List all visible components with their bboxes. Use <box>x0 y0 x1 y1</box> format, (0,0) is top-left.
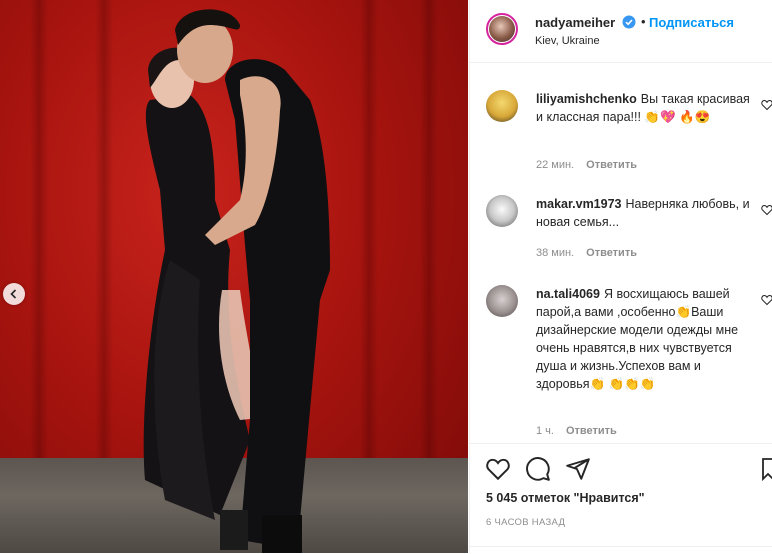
divider <box>470 546 772 547</box>
comment-meta: 1 ч. Ответить <box>536 425 629 437</box>
follow-button[interactable]: Подписаться <box>649 15 734 30</box>
post-photo[interactable] <box>0 0 468 553</box>
heart-icon[interactable] <box>761 204 772 216</box>
likes-count[interactable]: 5 045 отметок "Нравится" <box>486 491 645 505</box>
reply-button[interactable]: Ответить <box>586 159 637 171</box>
post-header: nadyameiher • Подписаться Kiev, Ukraine <box>470 0 772 63</box>
previous-photo-button[interactable] <box>3 283 25 305</box>
commenter-avatar[interactable] <box>486 285 518 317</box>
location-link[interactable]: Kiev, Ukraine <box>535 35 600 47</box>
bookmark-icon[interactable] <box>762 456 772 482</box>
comment-meta: 22 мин. Ответить <box>536 159 649 171</box>
share-icon[interactable] <box>565 456 591 482</box>
comment-username[interactable]: na.tali4069 <box>536 287 600 301</box>
comment-time: 1 ч. <box>536 425 554 437</box>
comment-meta: 38 мин. Ответить <box>536 247 649 259</box>
comment-time: 38 мин. <box>536 247 575 259</box>
heart-icon[interactable] <box>761 99 772 111</box>
comment-time: 22 мин. <box>536 159 575 171</box>
heart-icon[interactable] <box>761 294 772 306</box>
reply-button[interactable]: Ответить <box>566 425 617 437</box>
post-side-panel: nadyameiher • Подписаться Kiev, Ukraine … <box>469 0 772 553</box>
post-actions-bar: 5 045 отметок "Нравится" 6 ЧАСОВ НАЗАД <box>470 443 772 554</box>
chevron-left-icon <box>10 289 17 299</box>
comment-text-block: liliyamishchenko Вы такая красивая и клас… <box>536 90 751 126</box>
comment-username[interactable]: makar.vm1973 <box>536 197 622 211</box>
comment-text-block: makar.vm1973 Наверняка любовь, и новая се… <box>536 195 751 231</box>
separator-dot: • <box>641 14 646 29</box>
author-avatar[interactable] <box>486 13 518 45</box>
post-time: 6 ЧАСОВ НАЗАД <box>486 517 566 528</box>
commenter-avatar[interactable] <box>486 90 518 122</box>
comment-text-block: na.tali4069 Я восхищаюсь вашей парой,а ва… <box>536 285 751 393</box>
couple-illustration <box>143 9 330 553</box>
commenter-avatar[interactable] <box>486 195 518 227</box>
comment-username[interactable]: liliyamishchenko <box>536 92 637 106</box>
comment-text: Я восхищаюсь вашей парой,а вами ,особенн… <box>536 287 739 391</box>
like-heart-icon[interactable] <box>485 456 511 482</box>
reply-button[interactable]: Ответить <box>586 247 637 259</box>
author-username[interactable]: nadyameiher <box>535 15 615 30</box>
verified-badge-icon <box>622 15 636 29</box>
comment-icon[interactable] <box>525 456 551 482</box>
